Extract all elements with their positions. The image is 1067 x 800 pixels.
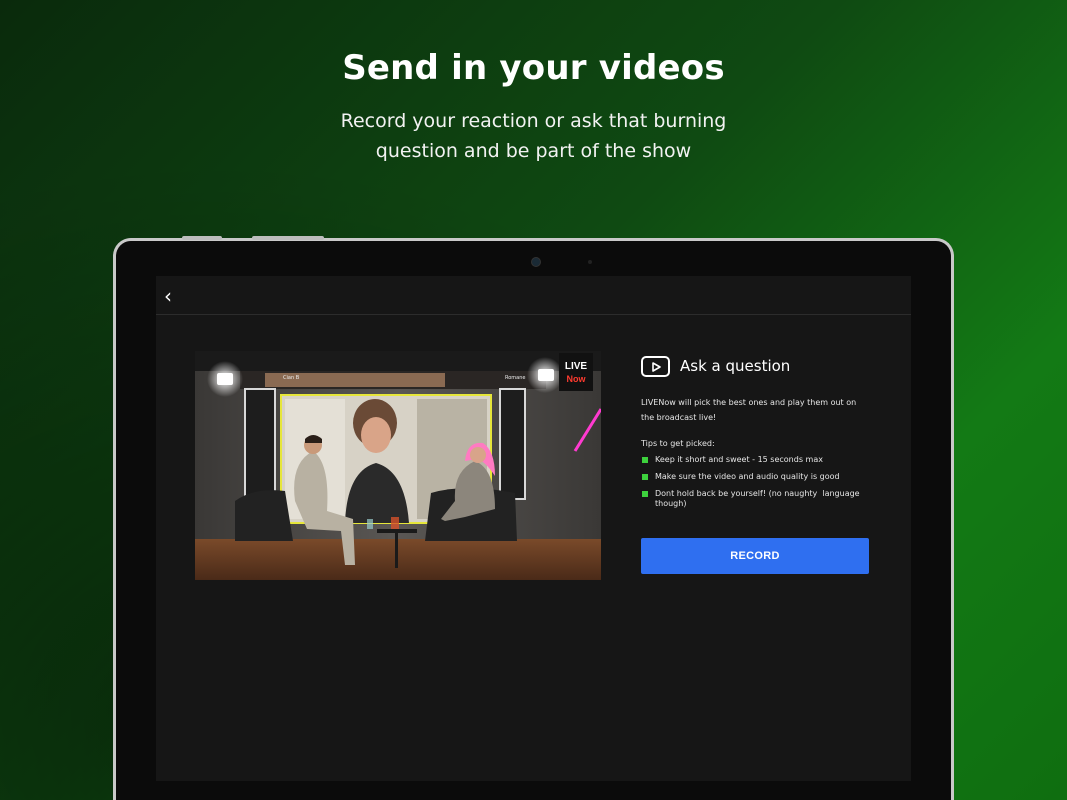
light-sensor: [588, 260, 592, 264]
name-tag-left: Cian B: [283, 375, 300, 381]
app-screen: ‹ LIVE Now Cian B Romane Ask a question …: [156, 276, 911, 781]
promo-subtitle: Record your reaction or ask that burning…: [340, 110, 727, 162]
bullet-icon: [642, 491, 648, 497]
app-top-bar: ‹: [156, 276, 911, 315]
logo-live: LIVE: [564, 361, 588, 372]
panel-header: Ask a question: [641, 354, 871, 378]
promo-title: Send in your videos: [342, 48, 725, 88]
play-video-icon: [641, 355, 670, 377]
tablet-frame: ‹ LIVE Now Cian B Romane Ask a question …: [113, 236, 954, 800]
bullet-icon: [642, 474, 648, 480]
list-item: Make sure the video and audio quality is…: [641, 472, 871, 482]
ask-question-panel: Ask a question LIVENow will pick the bes…: [641, 354, 871, 516]
panel-title: Ask a question: [680, 357, 791, 375]
chevron-left-icon[interactable]: ‹: [164, 286, 178, 306]
list-item: Dont hold back be yourself! (no naughty …: [641, 489, 871, 509]
tablet-power-button: [252, 236, 324, 240]
tip-text: Make sure the video and audio quality is…: [655, 472, 840, 481]
studio-scene-image: [195, 351, 601, 580]
tips-list: Keep it short and sweet - 15 seconds max…: [641, 455, 871, 509]
record-button[interactable]: RECORD: [641, 538, 869, 574]
tip-text: Dont hold back be yourself! (no naughty …: [655, 489, 863, 508]
tips-heading: Tips to get picked:: [641, 439, 715, 448]
panel-intro: LIVENow will pick the best ones and play…: [641, 398, 857, 422]
logo-now: Now: [566, 374, 586, 384]
front-camera-icon: [531, 257, 541, 267]
name-tag-right: Romane: [505, 375, 526, 381]
video-preview[interactable]: LIVE Now Cian B Romane: [195, 351, 601, 580]
list-item: Keep it short and sweet - 15 seconds max: [641, 455, 871, 465]
bullet-icon: [642, 457, 648, 463]
tip-text: Keep it short and sweet - 15 seconds max: [655, 455, 823, 464]
tablet-volume-button: [182, 236, 222, 240]
live-now-logo: LIVE Now: [559, 353, 593, 391]
